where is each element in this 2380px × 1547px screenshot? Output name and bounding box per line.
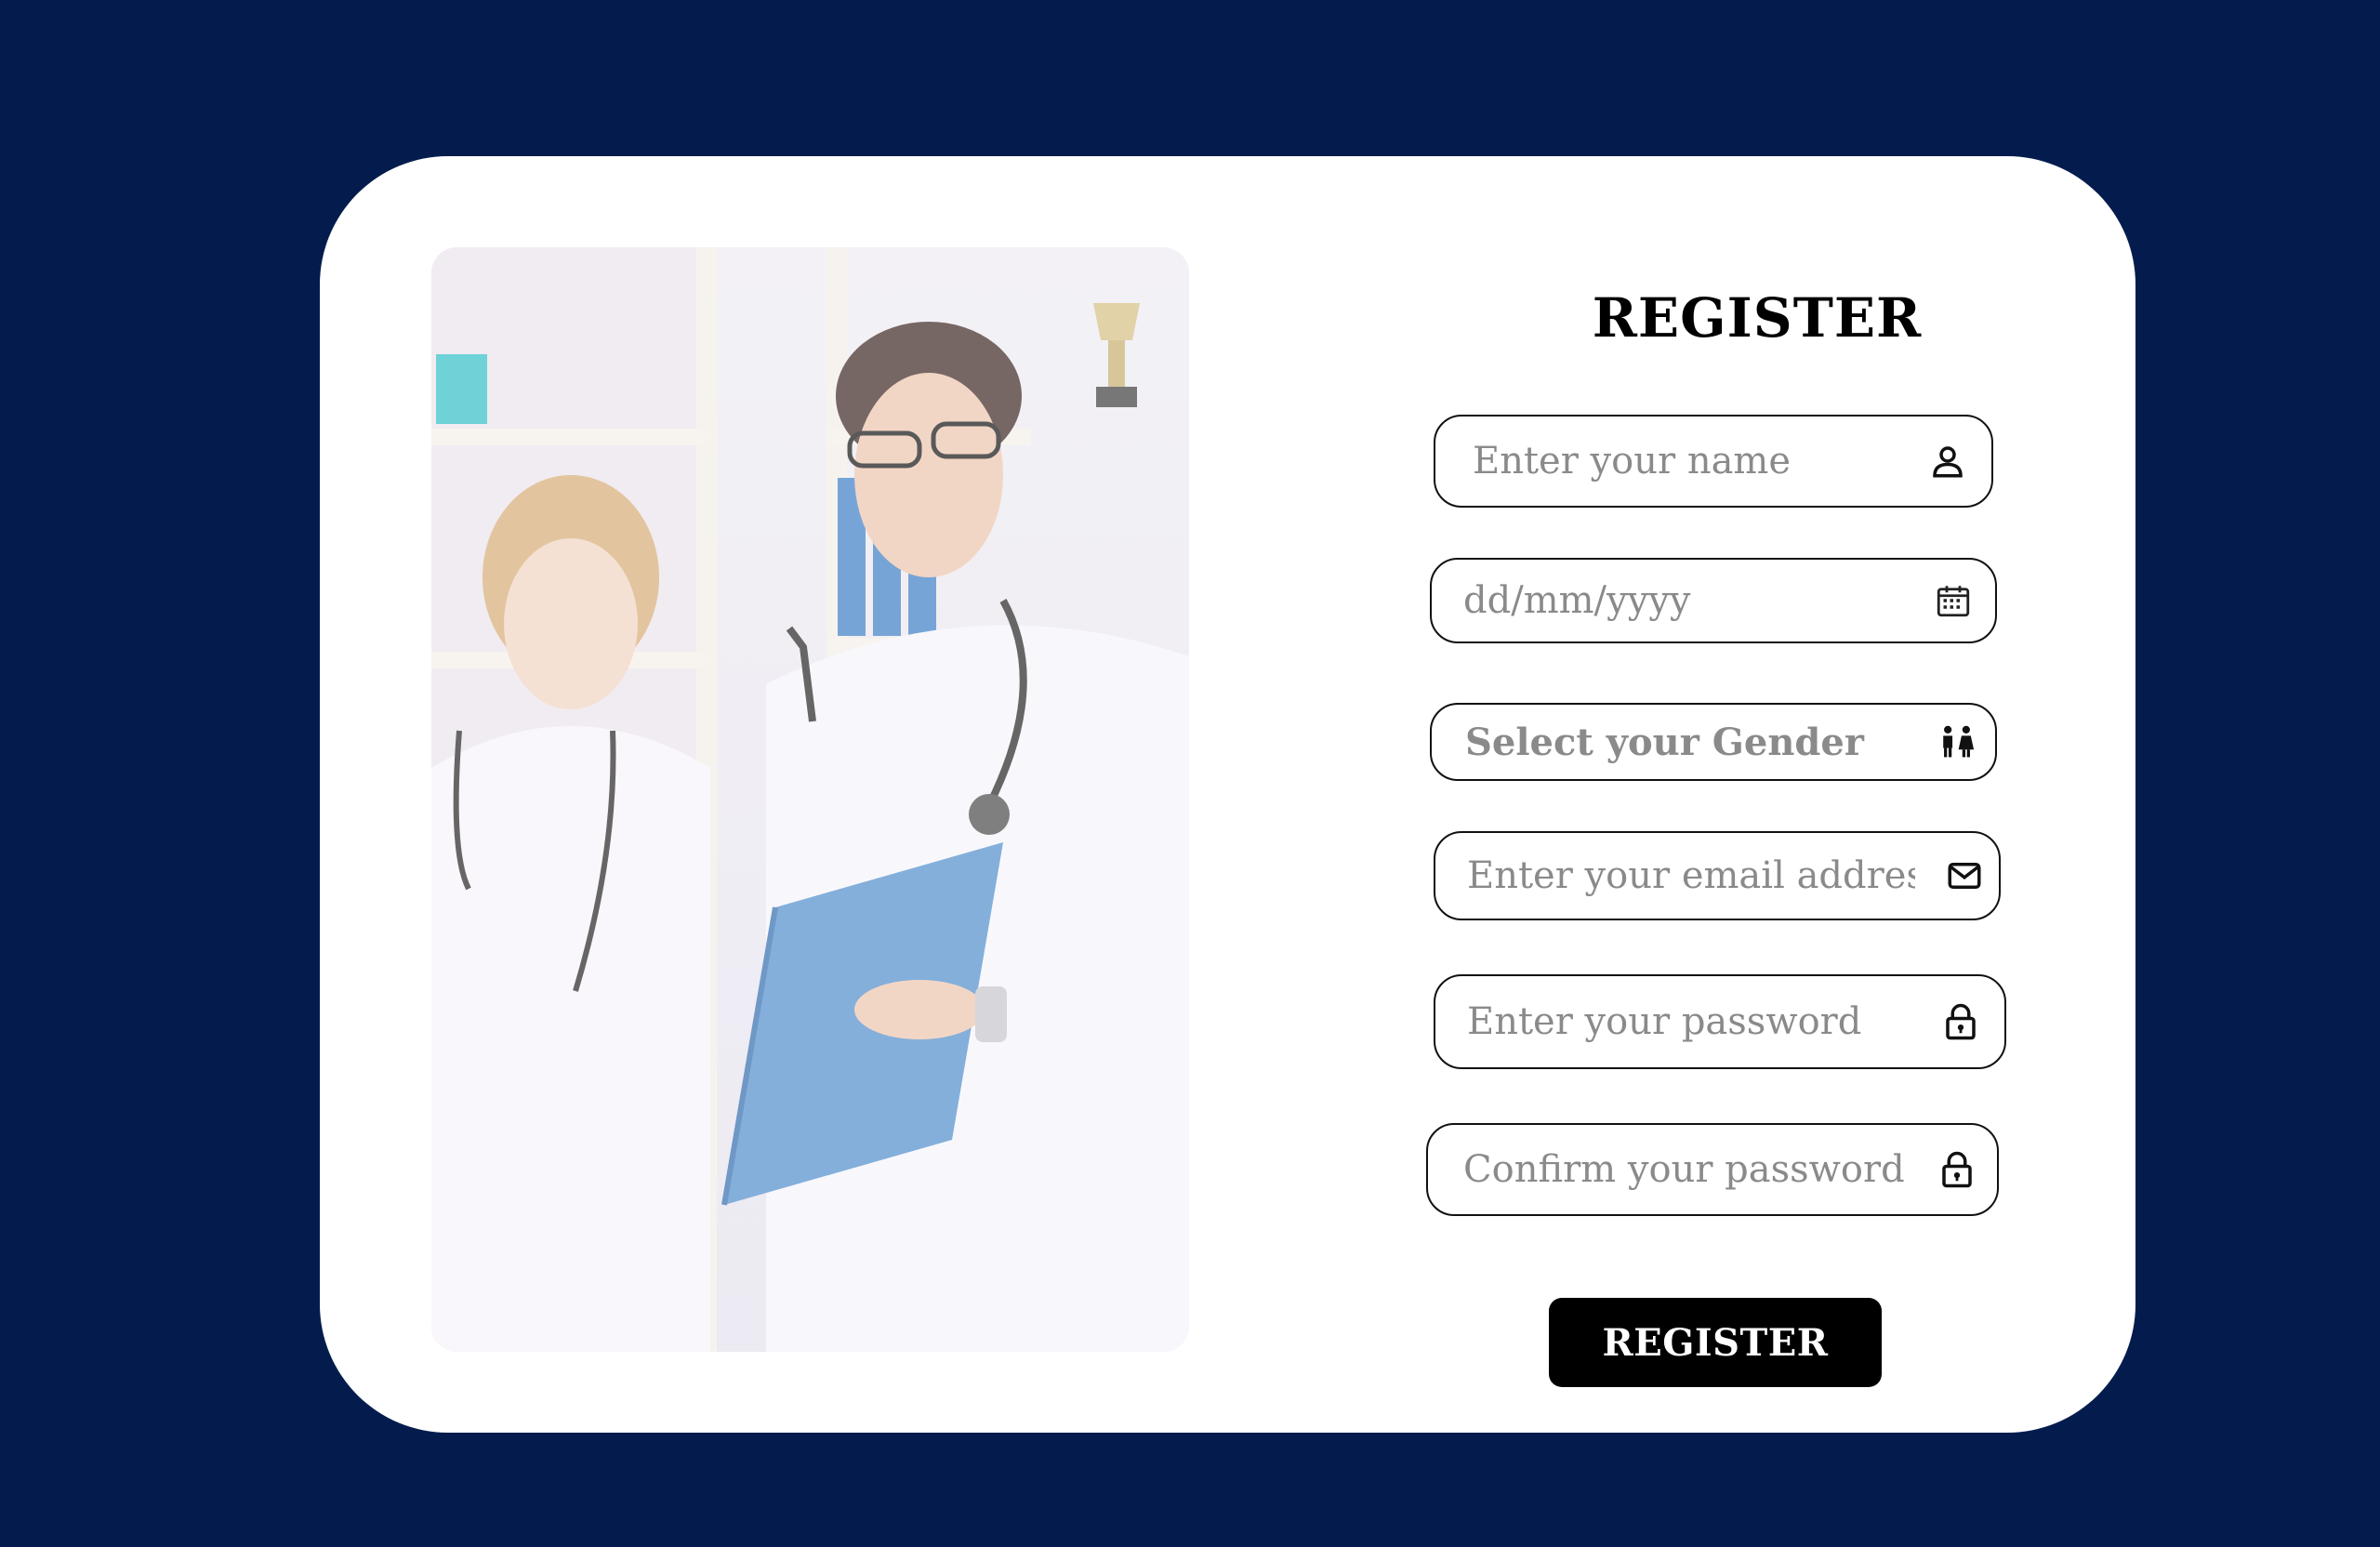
confirm-password-input[interactable] [1428, 1125, 1997, 1214]
dob-input[interactable] [1432, 560, 1995, 641]
doctors-photo [431, 247, 1189, 1352]
password-field[interactable] [1434, 974, 2006, 1069]
form-title: REGISTER [1592, 286, 1923, 350]
doctors-illustration [431, 247, 1189, 1352]
name-field[interactable] [1434, 415, 1993, 508]
lock-icon [1941, 1002, 1980, 1041]
name-input[interactable] [1435, 416, 1991, 506]
gender-select-label: Select your Gender [1465, 720, 1864, 764]
lock-icon [1937, 1150, 1977, 1189]
mail-icon [1945, 856, 1984, 895]
register-button[interactable]: REGISTER [1549, 1298, 1882, 1387]
user-icon [1928, 442, 1967, 481]
email-field[interactable] [1434, 831, 2001, 920]
register-card: REGISTER Select your Gender [320, 156, 2135, 1433]
password-input[interactable] [1435, 976, 2004, 1067]
email-input[interactable] [1435, 833, 1999, 919]
gender-icon [1936, 722, 1978, 761]
confirm-password-field[interactable] [1426, 1123, 1999, 1216]
calendar-icon[interactable] [1934, 581, 1973, 620]
gender-select[interactable]: Select your Gender [1430, 703, 1997, 781]
dob-field[interactable] [1430, 558, 1997, 643]
